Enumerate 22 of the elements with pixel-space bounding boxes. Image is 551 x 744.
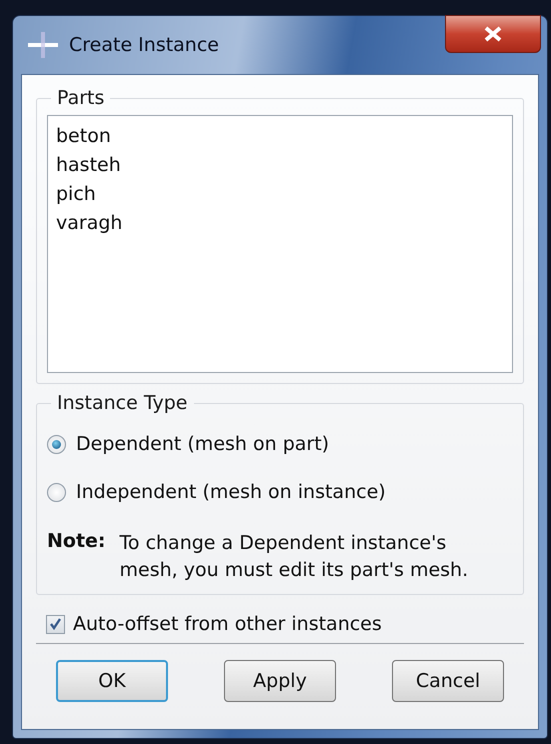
list-item[interactable]: beton	[54, 122, 506, 151]
note-text: To change a Dependent instance's mesh, you must edit its part's mesh.	[120, 531, 470, 583]
list-item[interactable]: varagh	[54, 209, 506, 238]
checkbox-label[interactable]: Auto-offset from other instances	[73, 613, 382, 635]
radio-button[interactable]	[47, 482, 66, 502]
crosshair-icon	[27, 32, 59, 58]
close-icon	[483, 26, 503, 42]
close-button[interactable]	[445, 15, 541, 53]
group-title: Instance Type	[56, 392, 188, 414]
checkbox[interactable]	[46, 614, 65, 634]
window-title: Create Instance	[69, 34, 219, 56]
radio-label[interactable]: Independent (mesh on instance)	[76, 481, 386, 503]
radio-button[interactable]	[47, 434, 66, 454]
note-label: Note:	[47, 530, 106, 554]
group-title: Parts	[56, 87, 106, 109]
list-item[interactable]: hasteh	[54, 151, 506, 180]
radio-label[interactable]: Dependent (mesh on part)	[76, 433, 330, 455]
dialog-button[interactable]: Apply	[224, 660, 336, 702]
parts-list[interactable]: beton hasteh pich varagh	[47, 115, 513, 373]
dialog-button[interactable]: OK	[56, 660, 168, 702]
dialog-button[interactable]: Cancel	[392, 660, 504, 702]
list-item[interactable]: pich	[54, 180, 506, 209]
